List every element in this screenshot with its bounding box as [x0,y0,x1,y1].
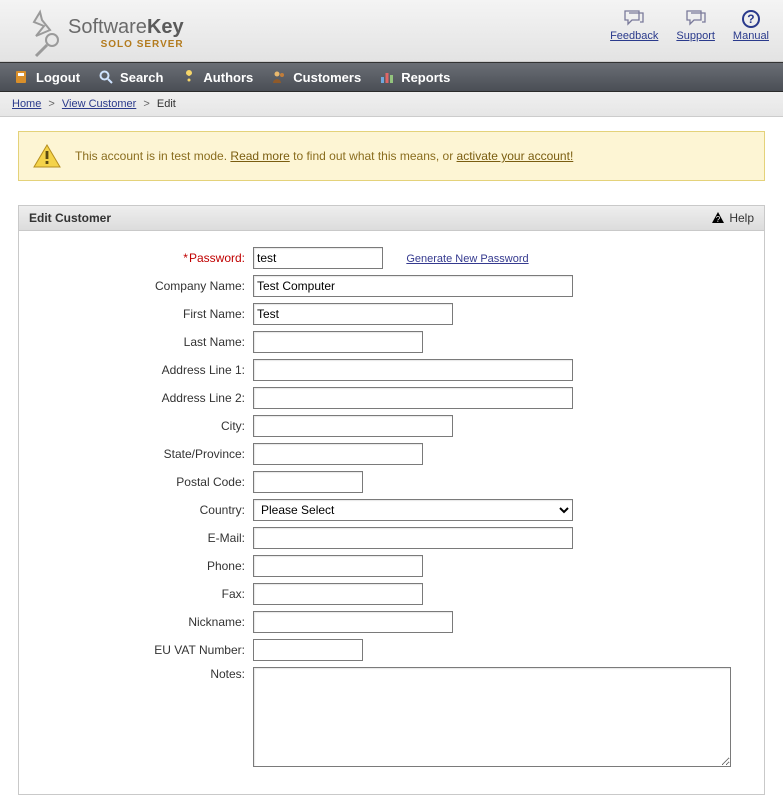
state-field[interactable] [253,443,423,465]
label-country: Country: [33,503,253,517]
label-company: Company Name: [33,279,253,293]
panel-help-link[interactable]: ? Help [711,211,754,225]
manual-link[interactable]: ? Manual [733,10,769,42]
breadcrumb-home[interactable]: Home [12,98,41,110]
topbar: SoftwareKey SOLO SERVER Feedback Support… [0,0,783,62]
last-name-field[interactable] [253,331,423,353]
notes-field[interactable] [253,667,731,767]
postal-field[interactable] [253,471,363,493]
breadcrumb-current: Edit [157,98,176,110]
label-addr1: Address Line 1: [33,363,253,377]
reports-icon [379,69,395,85]
label-last-name: Last Name: [33,335,253,349]
help-icon: ? [742,10,760,28]
edit-customer-panel: Edit Customer ? Help Password: Generate … [18,205,765,795]
label-password: Password: [33,251,253,265]
nav-reports[interactable]: Reports [379,69,450,85]
search-icon [98,69,114,85]
label-city: City: [33,419,253,433]
logout-icon [14,69,30,85]
label-vat: EU VAT Number: [33,643,253,657]
brand-logo: SoftwareKey SOLO SERVER [14,6,184,58]
nav-search[interactable]: Search [98,69,163,85]
warning-icon [33,144,61,168]
city-field[interactable] [253,415,453,437]
country-select[interactable]: Please Select [253,499,573,521]
nav-customers[interactable]: Customers [271,69,361,85]
vat-field [253,639,363,661]
first-name-field[interactable] [253,303,453,325]
alert-text: This account is in test mode. Read more … [75,149,573,163]
help-triangle-icon: ? [711,211,725,225]
top-utility-links: Feedback Support ? Manual [610,6,769,42]
address1-field[interactable] [253,359,573,381]
label-addr2: Address Line 2: [33,391,253,405]
authors-icon [181,69,197,85]
label-first-name: First Name: [33,307,253,321]
label-state: State/Province: [33,447,253,461]
feedback-link[interactable]: Feedback [610,10,658,42]
label-fax: Fax: [33,587,253,601]
panel-title: Edit Customer [29,211,111,225]
brand-subtitle: SOLO SERVER [68,39,184,50]
customers-icon [271,69,287,85]
label-phone: Phone: [33,559,253,573]
breadcrumb-separator: > [143,98,149,110]
panel-header: Edit Customer ? Help [19,206,764,231]
label-nickname: Nickname: [33,615,253,629]
email-field[interactable] [253,527,573,549]
label-postal: Postal Code: [33,475,253,489]
logo-mark-icon [14,6,66,58]
fax-field[interactable] [253,583,423,605]
generate-password-link[interactable]: Generate New Password [406,253,528,265]
support-icon [685,10,707,28]
nav-authors[interactable]: Authors [181,69,253,85]
label-notes: Notes: [33,667,253,681]
alert-read-more-link[interactable]: Read more [230,149,289,163]
password-field[interactable] [253,247,383,269]
support-link[interactable]: Support [676,10,715,42]
brand-text: SoftwareKey [68,16,184,39]
nickname-field[interactable] [253,611,453,633]
main-nav: Logout Search Authors Customers Reports [0,62,783,92]
test-mode-alert: This account is in test mode. Read more … [18,131,765,181]
label-email: E-Mail: [33,531,253,545]
nav-logout[interactable]: Logout [14,69,80,85]
breadcrumb: Home > View Customer > Edit [0,92,783,117]
svg-text:?: ? [716,215,721,224]
feedback-icon [623,10,645,28]
address2-field[interactable] [253,387,573,409]
breadcrumb-view-customer[interactable]: View Customer [62,98,136,110]
company-field[interactable] [253,275,573,297]
breadcrumb-separator: > [48,98,54,110]
alert-activate-link[interactable]: activate your account! [457,149,574,163]
phone-field[interactable] [253,555,423,577]
